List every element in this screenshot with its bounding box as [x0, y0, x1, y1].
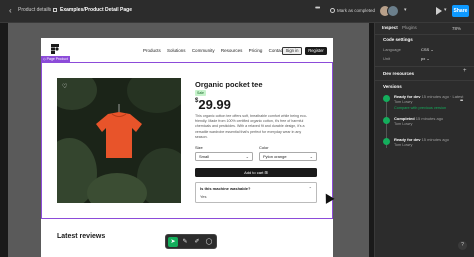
mark-as-completed-label: Mark as completed	[337, 8, 376, 13]
product-title: Organic pocket tee	[195, 80, 263, 89]
inspect-panel: Inspect Plugins 78% Code settings Langua…	[374, 23, 474, 257]
product-description: This organic cotton tee offers soft, bre…	[195, 114, 307, 139]
avatar	[383, 117, 390, 124]
version-title[interactable]: Ready for dev 15 minutes ago	[394, 137, 449, 142]
avatar	[387, 5, 399, 17]
avatar	[383, 138, 390, 145]
faq-question: Is this machine washable?	[200, 186, 251, 191]
sale-badge: Sale	[195, 90, 207, 96]
cart-icon: ⊞	[264, 170, 268, 175]
selection-label[interactable]: ◇ Page Product	[41, 56, 70, 62]
tab-plugins[interactable]: Plugins	[399, 23, 420, 33]
heart-icon[interactable]: ♡	[62, 83, 67, 90]
version-title[interactable]: Completed 15 minutes ago	[394, 116, 443, 121]
product-image: ♡	[57, 78, 181, 203]
size-select[interactable]: Small ⌄	[195, 152, 253, 161]
floating-toolbar: ➤ ✎ ✐ ◯	[165, 234, 217, 249]
price-amount: 29.99	[198, 97, 231, 112]
faq-accordion[interactable]: Is this machine washable? ⌃ Yes	[195, 182, 317, 203]
collaborator-avatars[interactable]	[379, 5, 403, 17]
product-page-frame[interactable]: Products Solutions Community Resources P…	[41, 38, 333, 257]
breadcrumb-parent[interactable]: Product details	[18, 7, 51, 13]
add-to-cart-button[interactable]: Add to cart ⊞	[195, 168, 317, 177]
unit-label: Unit	[383, 56, 391, 61]
divider	[375, 80, 474, 81]
color-label: Color	[259, 145, 269, 150]
frame-icon	[53, 8, 57, 12]
mark-as-completed-button[interactable]: Mark as completed	[327, 6, 378, 16]
nav-community[interactable]: Community	[192, 48, 215, 53]
register-button[interactable]: Register	[305, 47, 327, 55]
language-label: Language	[383, 47, 401, 52]
size-label: Size	[195, 145, 203, 150]
code-settings-heading: Code settings	[383, 37, 413, 42]
chevron-down-icon: ⌄	[309, 154, 313, 159]
avatar	[383, 95, 390, 102]
nav-pricing[interactable]: Pricing	[249, 48, 263, 53]
nav-solutions[interactable]: Solutions	[167, 48, 186, 53]
check-circle-icon	[330, 8, 335, 14]
compare-link[interactable]: Compare with previous version	[394, 106, 446, 110]
version-author: Tom Lowry	[394, 122, 413, 126]
comment-tool-button[interactable]: ✎	[180, 237, 190, 247]
version-more-button[interactable]: •••	[460, 98, 463, 104]
chevron-down-icon: ⌄	[245, 154, 249, 159]
zoom-level[interactable]: 78%	[452, 26, 461, 31]
nav-products[interactable]: Products	[143, 48, 161, 53]
product-price: $29.99	[195, 97, 231, 112]
panel-tabs: Inspect Plugins 78%	[375, 23, 474, 33]
add-resource-button[interactable]: +	[463, 68, 467, 74]
cursor-tool-button[interactable]: ➤	[168, 237, 178, 247]
divider	[375, 66, 474, 67]
breadcrumb-separator: /	[48, 7, 50, 13]
share-button[interactable]: Share	[452, 5, 469, 17]
top-bar: ‹ Product details / Examples/Product Det…	[0, 0, 474, 23]
annotate-tool-button[interactable]: ✐	[192, 237, 202, 247]
more-options-button[interactable]: •••	[315, 5, 320, 12]
breadcrumb-current[interactable]: Examples/Product Detail Page	[60, 7, 132, 13]
currency-symbol: $	[195, 98, 199, 104]
tab-inspect[interactable]: Inspect	[379, 23, 401, 33]
sign-in-button[interactable]: Sign in	[282, 47, 302, 55]
t-shirt-graphic	[96, 104, 142, 158]
versions-heading: Versions	[383, 84, 402, 89]
size-value: Small	[199, 154, 210, 159]
logo-icon	[51, 44, 59, 54]
nav-resources[interactable]: Resources	[221, 48, 243, 53]
chevron-up-icon[interactable]: ⌃	[309, 186, 312, 191]
color-select[interactable]: Pylon orange ⌄	[259, 152, 317, 161]
version-author: Tom Lowry	[394, 143, 413, 147]
chevron-down-icon[interactable]: ▾	[444, 7, 447, 13]
color-value: Pylon orange	[263, 154, 287, 159]
dev-resources-heading: Dev resources	[383, 71, 415, 76]
unit-select[interactable]: px ⌄	[421, 56, 430, 61]
language-select[interactable]: CSS ⌄	[421, 47, 434, 52]
site-nav: Products Solutions Community Resources P…	[143, 48, 289, 53]
faq-answer: Yes	[200, 194, 207, 199]
chat-bubble-button[interactable]: ◯	[204, 237, 214, 247]
add-to-cart-label: Add to cart	[244, 170, 264, 175]
help-icon[interactable]: ?	[458, 241, 467, 250]
reviews-heading: Latest reviews	[57, 233, 106, 240]
back-chevron-icon[interactable]: ‹	[9, 5, 12, 17]
play-icon[interactable]	[436, 7, 442, 15]
canvas[interactable]: ◇ Page Product Products Solutions Commun…	[0, 23, 374, 257]
version-title[interactable]: Ready for dev 15 minutes ago · Latest	[394, 94, 463, 99]
divider	[375, 34, 474, 35]
version-author: Tom Lowry	[394, 100, 413, 104]
chevron-down-icon[interactable]: ▾	[404, 7, 407, 13]
